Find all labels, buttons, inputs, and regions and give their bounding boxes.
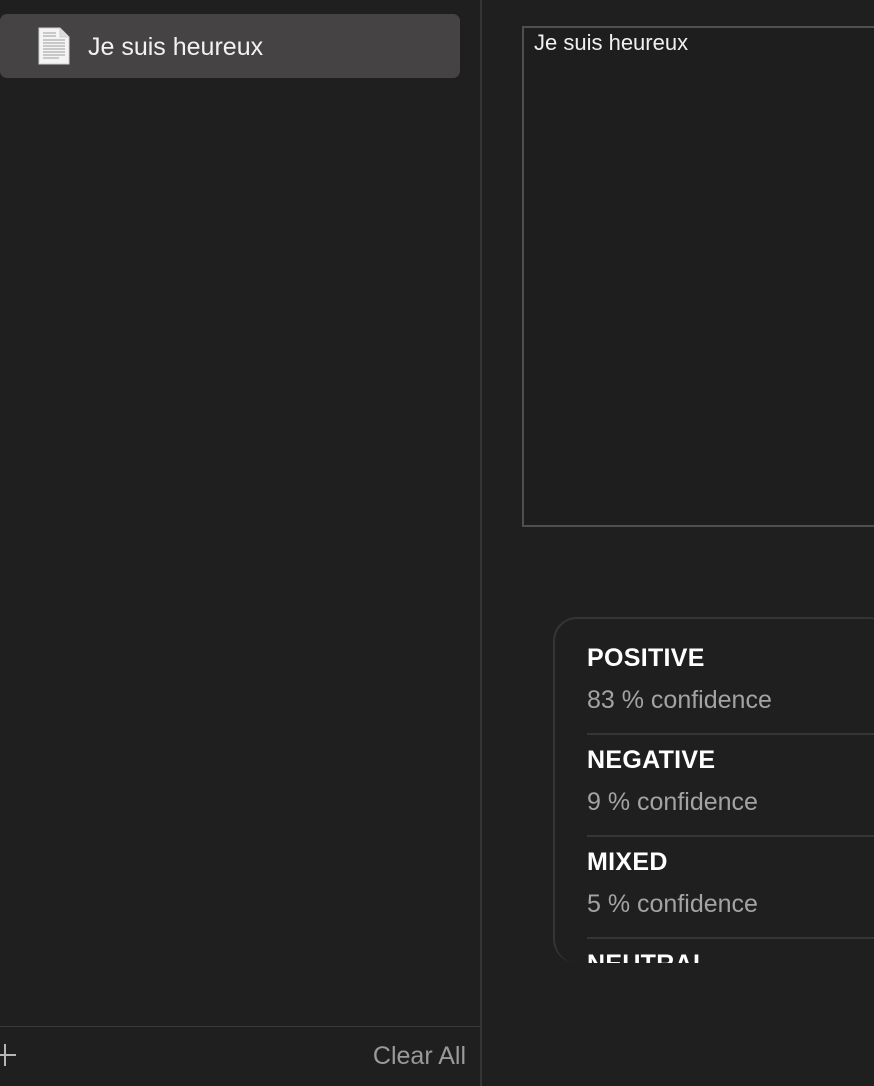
result-row-negative: NEGATIVE 9 % confidence (587, 721, 874, 823)
result-row-positive: POSITIVE 83 % confidence (587, 619, 874, 721)
split-divider[interactable] (480, 0, 482, 1086)
plus-icon[interactable] (0, 1040, 20, 1070)
sidebar: Je suis heureux (0, 0, 480, 1086)
document-icon (37, 27, 71, 65)
app-window: Je suis heureux Clear All Je suis heureu… (0, 0, 874, 1086)
sentiment-results-card: POSITIVE 83 % confidence NEGATIVE 9 % co… (553, 617, 874, 963)
text-input-area[interactable]: Je suis heureux (522, 26, 874, 527)
sidebar-item-label: Je suis heureux (88, 33, 264, 61)
editor-text: Je suis heureux (534, 30, 689, 55)
result-label: NEGATIVE (587, 746, 716, 774)
sidebar-footer-divider (0, 1026, 480, 1027)
result-confidence: 5 % confidence (587, 890, 758, 918)
result-label: POSITIVE (587, 644, 705, 672)
result-row-neutral: NEUTRAL (587, 925, 874, 963)
result-confidence: 9 % confidence (587, 788, 758, 816)
result-confidence: 83 % confidence (587, 686, 772, 714)
result-label: MIXED (587, 848, 668, 876)
result-row-mixed: MIXED 5 % confidence (587, 823, 874, 925)
result-label: NEUTRAL (587, 949, 709, 963)
sidebar-item-document[interactable]: Je suis heureux (0, 14, 460, 78)
clear-all-button[interactable]: Clear All (373, 1040, 466, 1072)
